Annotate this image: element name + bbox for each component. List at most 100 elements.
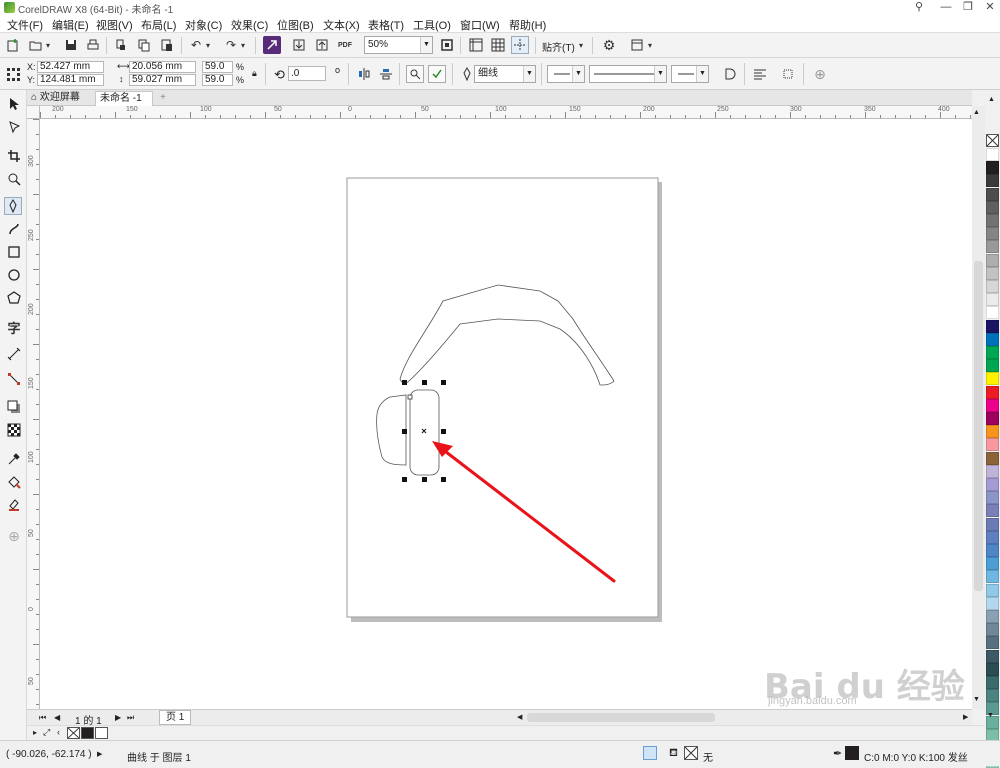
palette-swatch[interactable] bbox=[986, 293, 999, 307]
restore-button[interactable]: ❐ bbox=[957, 0, 979, 14]
lock-ratio-icon[interactable]: 🔒︎ bbox=[252, 68, 257, 79]
horizontal-ruler[interactable]: 200 150 100 50 0 50 100 150 200 250 300 350 400 bbox=[40, 106, 972, 119]
close-button[interactable]: ✕ bbox=[979, 0, 1000, 14]
palette-swatch[interactable] bbox=[986, 161, 999, 175]
menu-view[interactable]: 视图(V) bbox=[96, 17, 133, 33]
x-position-input[interactable]: 52.427 mm bbox=[37, 61, 104, 73]
redo-dropdown-icon[interactable]: ▾ bbox=[238, 36, 248, 54]
scroll-right-icon[interactable]: ▶ bbox=[963, 713, 968, 721]
object-origin-icon[interactable] bbox=[4, 65, 22, 83]
palette-swatch[interactable] bbox=[986, 557, 999, 571]
open-dropdown-icon[interactable]: ▾ bbox=[43, 36, 53, 54]
drop-shadow-tool-icon[interactable] bbox=[5, 398, 23, 416]
drawing-canvas[interactable]: Bai du 经验 jingyan.baidu.com bbox=[40, 119, 972, 709]
save-icon[interactable] bbox=[62, 36, 80, 54]
page-tab[interactable]: 页 1 bbox=[159, 710, 192, 725]
undo-dropdown-icon[interactable]: ▾ bbox=[203, 36, 213, 54]
palette-swatch[interactable] bbox=[986, 504, 999, 518]
palette-swatch[interactable] bbox=[986, 425, 999, 439]
scroll-thumb[interactable] bbox=[974, 261, 983, 591]
ruler-corner[interactable] bbox=[27, 106, 40, 119]
export-icon[interactable] bbox=[313, 36, 331, 54]
outline-color-swatch[interactable] bbox=[845, 746, 859, 760]
transparency-tool-icon[interactable] bbox=[5, 421, 23, 439]
menu-file[interactable]: 文件(F) bbox=[7, 17, 43, 33]
new-document-icon[interactable] bbox=[4, 36, 22, 54]
palette-swatch[interactable] bbox=[986, 174, 999, 188]
search-content-icon[interactable] bbox=[263, 36, 281, 54]
add-icon[interactable]: ⊕ bbox=[811, 65, 829, 83]
import-icon[interactable] bbox=[290, 36, 308, 54]
palette-scroll-down-icon[interactable]: ▼ bbox=[987, 712, 994, 719]
paste-icon[interactable] bbox=[158, 36, 176, 54]
palette-swatch[interactable] bbox=[986, 412, 999, 425]
connector-tool-icon[interactable] bbox=[5, 370, 23, 388]
menu-object[interactable]: 对象(C) bbox=[185, 17, 222, 33]
menu-window[interactable]: 窗口(W) bbox=[460, 17, 500, 33]
last-page-icon[interactable]: ⏭ bbox=[127, 713, 134, 723]
zoom-tool-icon[interactable] bbox=[5, 170, 23, 188]
palette-swatch[interactable] bbox=[986, 676, 999, 689]
menu-table[interactable]: 表格(T) bbox=[368, 17, 404, 33]
palette-swatch[interactable] bbox=[986, 649, 999, 663]
mirror-vertical-icon[interactable] bbox=[377, 65, 395, 83]
palette-swatch[interactable] bbox=[986, 227, 999, 241]
black-swatch[interactable] bbox=[81, 727, 94, 739]
color-proof-icon[interactable] bbox=[643, 746, 657, 760]
menu-layout[interactable]: 布局(L) bbox=[141, 17, 176, 33]
palette-swatch[interactable] bbox=[986, 689, 999, 703]
palette-swatch[interactable] bbox=[986, 359, 999, 373]
show-guidelines-icon[interactable] bbox=[511, 36, 529, 54]
no-color-swatch[interactable] bbox=[67, 727, 80, 739]
palette-prev-icon[interactable]: ‹ bbox=[57, 727, 60, 737]
scale-x-input[interactable]: 59.0 bbox=[202, 61, 233, 73]
next-page-icon[interactable]: ▶ bbox=[115, 713, 121, 722]
zoom-level-select[interactable]: 50% ▼ bbox=[364, 36, 433, 54]
palette-swatch[interactable] bbox=[986, 214, 999, 227]
white-swatch[interactable] bbox=[95, 727, 108, 739]
node-handle[interactable] bbox=[407, 394, 413, 400]
eyedropper-icon[interactable]: ⤢ bbox=[43, 727, 50, 738]
palette-swatch[interactable] bbox=[986, 570, 999, 584]
palette-swatch[interactable] bbox=[986, 438, 999, 452]
text-tool-icon[interactable]: 字 bbox=[5, 318, 23, 336]
pick-tool-icon[interactable] bbox=[5, 95, 23, 113]
show-rulers-icon[interactable] bbox=[467, 36, 485, 54]
full-screen-icon[interactable] bbox=[438, 36, 456, 54]
copy-icon[interactable] bbox=[135, 36, 153, 54]
palette-no-color-swatch[interactable] bbox=[986, 134, 999, 147]
scale-y-input[interactable]: 59.0 bbox=[202, 74, 233, 86]
prev-page-icon[interactable]: ◀ bbox=[54, 713, 60, 722]
show-grid-icon[interactable] bbox=[489, 36, 507, 54]
to-front-icon[interactable] bbox=[779, 65, 797, 83]
shape-tool-icon[interactable] bbox=[5, 118, 23, 136]
palette-swatch[interactable] bbox=[986, 148, 999, 161]
menu-text[interactable]: 文本(X) bbox=[323, 17, 360, 33]
menu-bitmaps[interactable]: 位图(B) bbox=[277, 17, 314, 33]
height-input[interactable]: 59.027 mm bbox=[129, 74, 196, 86]
palette-swatch[interactable] bbox=[986, 662, 999, 676]
snap-to-menu[interactable]: 贴齐(T) bbox=[542, 39, 575, 54]
status-expand-icon[interactable]: ▶ bbox=[97, 750, 102, 758]
palette-swatch[interactable] bbox=[986, 346, 999, 359]
y-position-input[interactable]: 124.481 mm bbox=[37, 74, 104, 86]
palette-swatch[interactable] bbox=[986, 623, 999, 637]
palette-swatch[interactable] bbox=[986, 253, 999, 267]
options-gear-icon[interactable]: ⚙ bbox=[600, 36, 618, 54]
palette-swatch[interactable] bbox=[986, 610, 999, 623]
pdf-export-icon[interactable]: PDF bbox=[336, 36, 354, 54]
document-page[interactable] bbox=[346, 177, 659, 618]
vertical-scrollbar[interactable]: ▲ ▼ bbox=[972, 106, 985, 709]
user-icon[interactable]: ⚲ bbox=[908, 0, 930, 14]
scroll-down-icon[interactable]: ▼ bbox=[973, 696, 980, 703]
palette-swatch[interactable] bbox=[986, 596, 999, 610]
rectangle-tool-icon[interactable] bbox=[5, 243, 23, 261]
eyedropper-tool-icon[interactable] bbox=[5, 450, 23, 468]
menu-effects[interactable]: 效果(C) bbox=[231, 17, 268, 33]
launcher-dropdown-icon[interactable]: ▾ bbox=[645, 36, 655, 54]
check-node-icon[interactable] bbox=[428, 65, 446, 83]
rotation-angle-input[interactable]: .0 bbox=[288, 66, 326, 81]
new-tab-icon[interactable]: + bbox=[156, 91, 170, 106]
start-arrow-select[interactable]: ▼ bbox=[547, 65, 585, 83]
artistic-media-tool-icon[interactable] bbox=[5, 220, 23, 238]
